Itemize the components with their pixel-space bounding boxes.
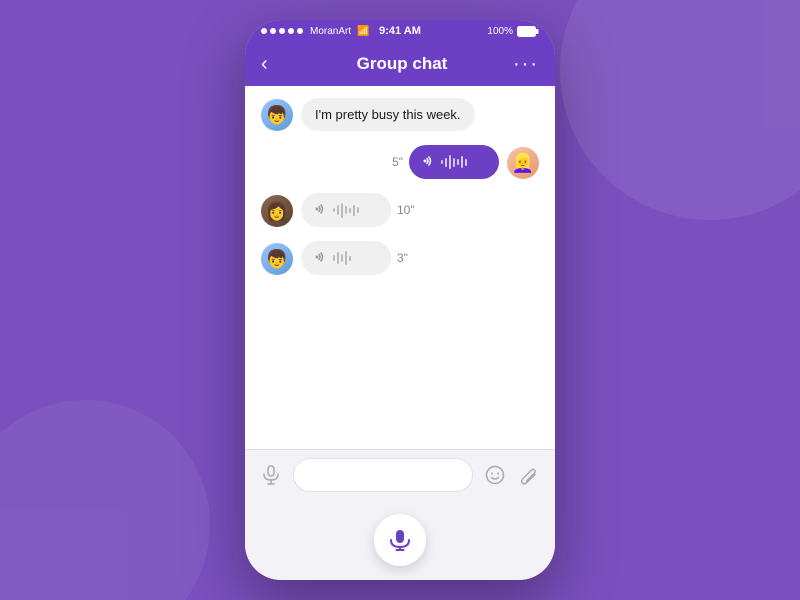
carrier-label: MoranArt	[310, 26, 351, 37]
sound-icon	[313, 202, 327, 219]
status-right: 100%	[487, 26, 539, 37]
attach-button[interactable]	[515, 461, 543, 489]
voice-bubble[interactable]	[301, 241, 391, 275]
signal-dot-5	[297, 28, 303, 34]
status-time: 9:41 AM	[379, 25, 421, 37]
battery-icon	[517, 26, 539, 37]
input-area	[245, 449, 555, 500]
message-row: 3"	[261, 241, 539, 275]
emoji-button[interactable]	[481, 461, 509, 489]
message-row: I'm pretty busy this week.	[261, 98, 539, 131]
voice-duration: 3"	[397, 251, 408, 265]
avatar	[261, 195, 293, 227]
waveform	[333, 249, 351, 267]
voice-bubble[interactable]	[301, 193, 391, 227]
mic-input-icon[interactable]	[257, 461, 285, 489]
more-button[interactable]: ···	[513, 53, 539, 76]
mic-record-icon	[389, 529, 411, 551]
wifi-icon: 📶	[357, 26, 369, 37]
avatar	[261, 243, 293, 275]
battery-label: 100%	[487, 26, 513, 37]
text-bubble: I'm pretty busy this week.	[301, 98, 475, 131]
voice-bubble[interactable]	[409, 145, 499, 179]
avatar	[261, 99, 293, 131]
nav-bar: ‹ Group chat ···	[245, 42, 555, 86]
signal-dot-4	[288, 28, 294, 34]
message-row: 10"	[261, 193, 539, 227]
waveform	[441, 153, 467, 171]
signal-dot-1	[261, 28, 267, 34]
message-text: I'm pretty busy this week.	[315, 107, 461, 122]
avatar	[507, 147, 539, 179]
mic-record-button[interactable]	[374, 514, 426, 566]
back-button[interactable]: ‹	[261, 53, 291, 76]
waveform	[333, 201, 359, 219]
phone-frame: MoranArt 📶 9:41 AM 100% ‹ Group chat ···…	[245, 20, 555, 580]
status-left: MoranArt 📶	[261, 26, 370, 37]
signal-dot-2	[270, 28, 276, 34]
voice-duration: 10"	[397, 203, 415, 217]
status-bar: MoranArt 📶 9:41 AM 100%	[245, 20, 555, 42]
sound-icon	[421, 154, 435, 171]
input-right-icons	[481, 461, 543, 489]
sound-icon	[313, 250, 327, 267]
chat-content: I'm pretty busy this week. 5"	[245, 86, 555, 449]
nav-title: Group chat	[357, 54, 448, 74]
voice-duration: 5"	[392, 155, 403, 169]
message-input[interactable]	[293, 458, 473, 492]
signal-dot-3	[279, 28, 285, 34]
mic-area	[245, 500, 555, 580]
message-row: 5"	[261, 145, 539, 179]
